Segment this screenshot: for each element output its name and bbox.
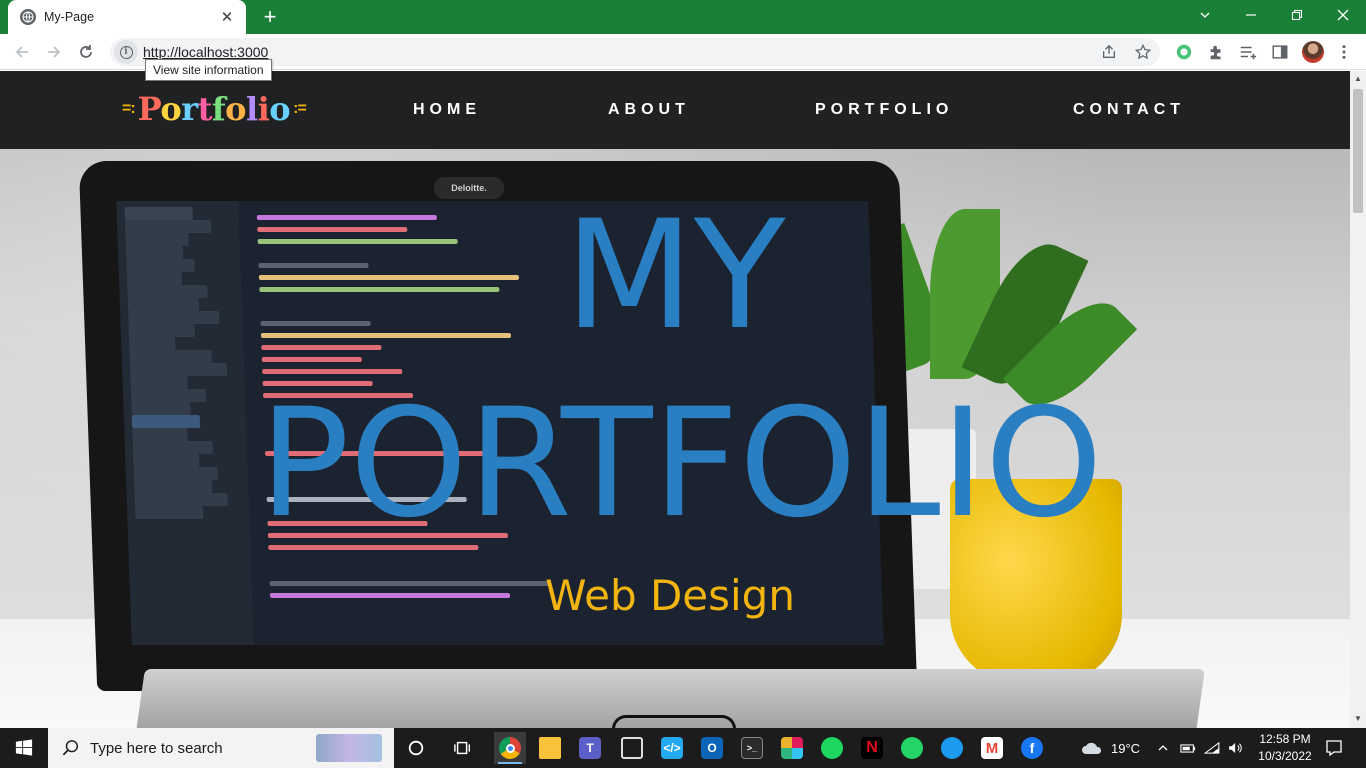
spotify-icon[interactable] <box>816 732 848 764</box>
netflix-icon[interactable]: N <box>856 732 888 764</box>
page-viewport: =: Portfolio := HOME ABOUT PORTFOLIO CON… <box>0 71 1350 728</box>
laptop-brand-label: Deloitte. <box>434 177 504 199</box>
page-scrollbar[interactable]: ▲ ▼ <box>1350 71 1366 728</box>
nav-about[interactable]: ABOUT <box>608 101 690 119</box>
clock-date: 10/3/2022 <box>1258 749 1312 763</box>
code-line <box>261 357 362 362</box>
file-explorer-icon[interactable] <box>534 732 566 764</box>
battery-icon[interactable] <box>1176 732 1200 764</box>
task-view-icon[interactable] <box>447 732 479 764</box>
url-text[interactable]: http://localhost:3000 <box>143 44 268 60</box>
volume-icon[interactable] <box>1224 732 1248 764</box>
wifi-icon[interactable] <box>1200 732 1224 764</box>
search-highlights-icon[interactable] <box>316 734 382 762</box>
site-logo[interactable]: =: Portfolio := <box>122 89 307 129</box>
weather-cloud-icon[interactable] <box>1076 732 1108 764</box>
site-info-icon[interactable]: i <box>114 40 138 64</box>
browser-tab-active[interactable]: My-Page ✕ <box>8 0 246 34</box>
system-clock[interactable]: 12:58 PM 10/3/2022 <box>1255 731 1315 765</box>
close-window-button[interactable] <box>1320 0 1366 30</box>
terminal-icon[interactable]: >_ <box>736 732 768 764</box>
windows-taskbar: Type here to search T </> O >_ N M f 19°… <box>0 728 1366 768</box>
scroll-up-arrow-icon[interactable]: ▲ <box>1353 74 1363 84</box>
chrome-icon[interactable] <box>494 732 526 764</box>
site-header: =: Portfolio := HOME ABOUT PORTFOLIO CON… <box>0 71 1350 149</box>
notification-center-icon[interactable] <box>1318 732 1350 764</box>
show-hidden-icons-icon[interactable] <box>1150 732 1176 764</box>
scrollbar-thumb[interactable] <box>1353 89 1363 213</box>
slack-icon[interactable] <box>776 732 808 764</box>
outlook-icon[interactable]: O <box>696 732 728 764</box>
profile-avatar[interactable] <box>1302 41 1324 63</box>
back-button[interactable] <box>9 39 35 65</box>
scroll-down-arrow-icon[interactable]: ▼ <box>1353 714 1363 724</box>
reload-button[interactable] <box>73 39 99 65</box>
hero-title-line2: PORTFOLIO <box>259 377 1103 551</box>
restore-button[interactable] <box>1274 0 1320 30</box>
minimize-button[interactable] <box>1228 0 1274 30</box>
tab-title: My-Page <box>44 10 95 24</box>
new-tab-button[interactable]: + <box>256 4 284 30</box>
nav-contact[interactable]: CONTACT <box>1073 101 1185 119</box>
twitter-icon[interactable] <box>936 732 968 764</box>
forward-button[interactable] <box>41 39 67 65</box>
search-placeholder: Type here to search <box>90 739 223 757</box>
taskbar-search-input[interactable]: Type here to search <box>48 728 394 768</box>
laptop-notch-outline <box>612 715 736 728</box>
whatsapp-icon[interactable] <box>896 732 928 764</box>
bookmark-star-icon[interactable] <box>1134 43 1152 61</box>
more-menu-icon[interactable] <box>1334 42 1354 62</box>
site-info-tooltip: View site information <box>145 59 272 81</box>
facebook-icon[interactable]: f <box>1016 732 1048 764</box>
tab-close-icon[interactable]: ✕ <box>218 8 236 26</box>
vscode-icon[interactable]: </> <box>656 732 688 764</box>
windows-start-button[interactable] <box>0 728 48 768</box>
cortana-icon[interactable] <box>400 732 432 764</box>
share-icon[interactable] <box>1100 43 1118 61</box>
tab-search-icon[interactable] <box>1182 0 1228 30</box>
teams-icon[interactable]: T <box>574 732 606 764</box>
hero-title-line1: MY <box>564 189 786 363</box>
logo-decoration-left: =: <box>122 100 136 117</box>
nav-home[interactable]: HOME <box>413 101 481 119</box>
extensions-puzzle-icon[interactable] <box>1206 42 1226 62</box>
windows-logo-icon <box>15 739 33 756</box>
reading-list-icon[interactable] <box>1238 42 1258 62</box>
extension-grammarly-icon[interactable] <box>1174 42 1194 62</box>
search-icon <box>62 740 79 756</box>
code-line <box>262 369 403 374</box>
hero-section: Deloitte. MY PORTFOLIO Web Design <box>0 149 1350 728</box>
nav-portfolio[interactable]: PORTFOLIO <box>815 101 953 119</box>
hero-subtitle: Web Design <box>545 571 795 620</box>
clock-time: 12:58 PM <box>1259 732 1311 746</box>
news-icon[interactable] <box>616 732 648 764</box>
globe-icon <box>20 9 36 25</box>
side-panel-icon[interactable] <box>1270 42 1290 62</box>
browser-titlebar: My-Page ✕ + <box>0 0 1366 34</box>
logo-decoration-right: := <box>293 100 307 117</box>
weather-temperature[interactable]: 19°C <box>1111 741 1140 756</box>
logo-text: Portfolio <box>137 90 291 128</box>
gmail-icon[interactable]: M <box>976 732 1008 764</box>
